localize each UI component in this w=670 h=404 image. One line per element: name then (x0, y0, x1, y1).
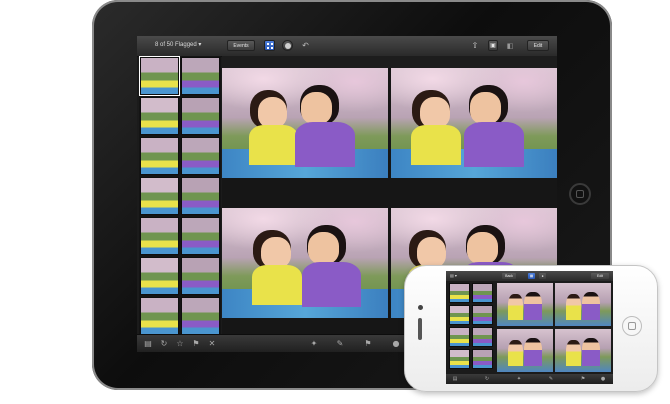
effects-icon[interactable]: ● (600, 376, 606, 382)
events-button-label: Events (233, 42, 249, 49)
iphone-home-button[interactable] (622, 316, 642, 336)
iphone-photo-viewer (497, 283, 612, 373)
ipad-top-toolbar: 8 of 50 Flagged ▾ Events ↶ ⇧ ▣ ◧ Edit (137, 36, 557, 57)
events-button[interactable]: Events (227, 40, 255, 51)
album-dropdown[interactable]: 8 of 50 Flagged ▾ (155, 41, 201, 48)
thumbnail[interactable] (472, 327, 493, 347)
flag-small-icon[interactable]: ⚑ (191, 339, 201, 349)
grid-icon: ▦ (529, 274, 534, 278)
thumbnail-toggle-icon[interactable]: ▤ (452, 376, 458, 382)
thumbnail[interactable] (472, 349, 493, 369)
main-header-strip (222, 56, 557, 68)
iphone-speaker (418, 318, 422, 340)
iphone-edit-button[interactable]: Edit (591, 273, 609, 279)
effects-icon[interactable]: ● (391, 339, 401, 349)
photo-top-left[interactable] (222, 68, 388, 178)
thumbnail[interactable] (140, 257, 179, 295)
thumbnail[interactable] (181, 257, 220, 295)
wand-icon[interactable]: ✦ (516, 376, 522, 382)
thumbnail[interactable] (140, 297, 179, 335)
thumbnail-toggle-icon[interactable]: ▤ (143, 339, 153, 349)
undo-button[interactable]: ↶ (300, 40, 311, 51)
thumbnail[interactable] (449, 305, 470, 325)
iphone-back-label: Back (505, 274, 513, 278)
grid-icon (266, 42, 273, 49)
thumbnail[interactable] (181, 57, 220, 95)
thumbnail[interactable] (140, 217, 179, 255)
iphone-info-button[interactable]: ● (539, 273, 546, 279)
flag-icon[interactable]: ⚑ (363, 339, 373, 349)
star-icon[interactable]: ☆ (175, 339, 185, 349)
iphone-camera (418, 305, 423, 310)
iphone-edit-label: Edit (596, 274, 604, 278)
thumbnail[interactable] (181, 217, 220, 255)
share-button[interactable]: ⇧ (469, 40, 481, 51)
iphone-top-toolbar: ▤ ▾ Back ▦ ● Edit (446, 271, 613, 281)
photo-top-right[interactable] (391, 68, 557, 178)
thumbnail[interactable] (140, 137, 179, 175)
thumbnail[interactable] (472, 283, 493, 303)
brush-icon[interactable]: ✎ (548, 376, 554, 382)
iphone-album-menu[interactable]: ▤ ▾ (450, 273, 457, 278)
thumbnail[interactable] (140, 177, 179, 215)
edit-button[interactable]: Edit (527, 40, 549, 51)
iphone-screen: ▤ ▾ Back ▦ ● Edit ▤ ↻ ✦ ✎ ⚑ ● (446, 271, 613, 384)
grid-view-button[interactable] (264, 40, 275, 51)
thumbnail[interactable] (181, 297, 220, 335)
compare-icon: ◧ (506, 42, 514, 50)
wand-icon[interactable]: ✦ (309, 339, 319, 349)
crop-button[interactable]: ▣ (488, 40, 498, 51)
thumbnail[interactable] (181, 97, 220, 135)
photo-bottom-left[interactable] (222, 208, 388, 318)
ipad-home-button[interactable] (569, 183, 591, 205)
thumbnail[interactable] (181, 177, 220, 215)
thumbnail[interactable] (449, 283, 470, 303)
iphone-photo-3[interactable] (497, 329, 553, 372)
rotate-icon[interactable]: ↻ (159, 339, 169, 349)
brush-icon[interactable]: ✎ (335, 339, 345, 349)
iphone-back-button[interactable]: Back (502, 273, 516, 279)
share-icon: ⇧ (471, 41, 479, 50)
edit-button-label: Edit (533, 42, 543, 49)
info-icon: ● (541, 274, 544, 278)
thumbnail[interactable] (181, 137, 220, 175)
iphone-thumbnail-grid (449, 283, 495, 373)
iphone-photo-4[interactable] (555, 329, 611, 372)
thumbnail[interactable] (139, 56, 180, 96)
iphone-photo-1[interactable] (497, 283, 553, 326)
trash-icon[interactable]: ✕ (207, 339, 217, 349)
crop-icon: ▣ (490, 43, 496, 49)
info-icon (284, 42, 291, 49)
thumbnail[interactable] (140, 97, 179, 135)
iphone-photo-2[interactable] (555, 283, 611, 326)
info-button[interactable] (282, 40, 293, 51)
rotate-icon[interactable]: ↻ (484, 376, 490, 382)
thumbnail[interactable] (472, 305, 493, 325)
iphone-bottom-toolbar: ▤ ↻ ✦ ✎ ⚑ ● (446, 374, 613, 384)
undo-icon: ↶ (302, 41, 309, 50)
thumbnail[interactable] (449, 349, 470, 369)
thumbnail[interactable] (449, 327, 470, 347)
thumbnail-grid (139, 56, 221, 335)
flag-icon[interactable]: ⚑ (580, 376, 586, 382)
iphone-grid-button[interactable]: ▦ (528, 273, 535, 279)
compare-button[interactable]: ◧ (505, 40, 515, 51)
